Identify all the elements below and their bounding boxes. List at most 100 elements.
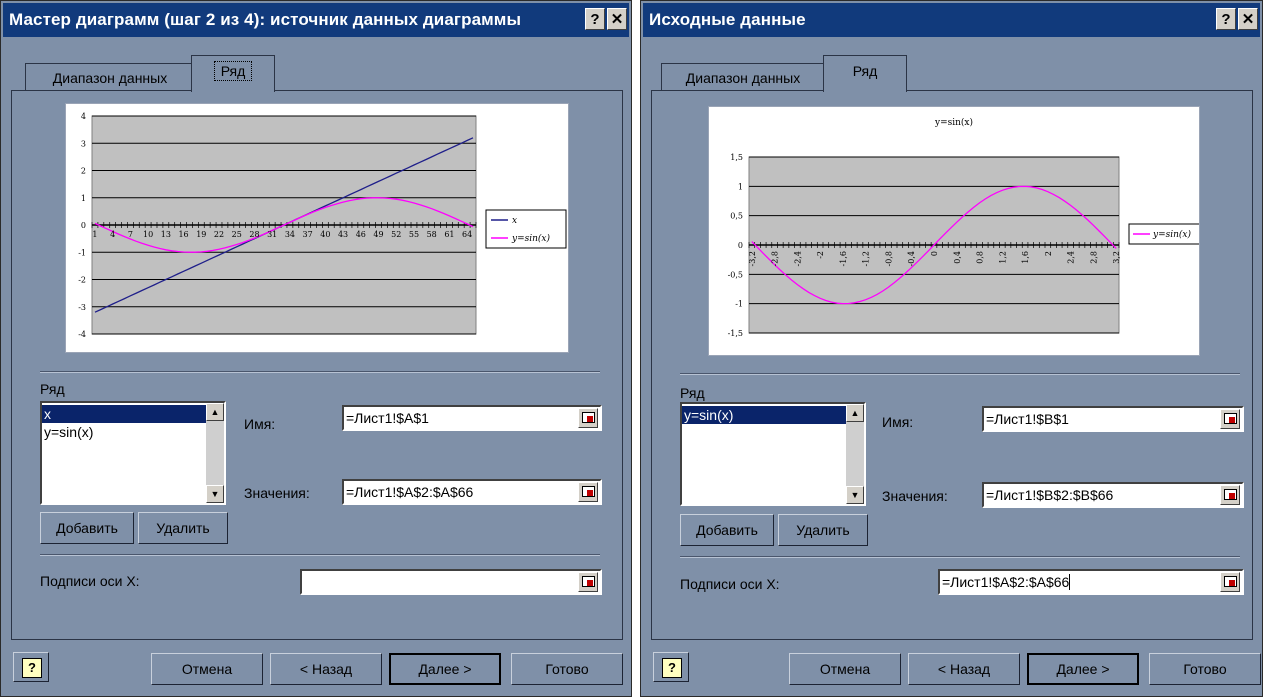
x-tick-label: -3,2 [748,251,757,266]
tab-series[interactable]: Ряд [823,55,907,92]
x-tick-label: 13 [161,230,171,239]
x-labels-label: Подписи оси X: [40,573,140,589]
name-field[interactable]: =Лист1!$B$1 [982,406,1244,432]
values-field[interactable]: =Лист1!$B$2:$B$66 [982,482,1244,508]
y-tick-label: -1,5 [728,329,743,338]
x-tick-label: 37 [303,230,313,239]
values-value: =Лист1!$B$2:$B$66 [986,487,1114,503]
x-tick-label: -0,8 [884,251,893,266]
scroll-up-button[interactable]: ▲ [846,404,864,422]
separator [680,373,1240,375]
series-group-label: Ряд [680,385,705,401]
scroll-down-button[interactable]: ▼ [846,486,864,504]
x-tick-label: 22 [214,230,224,239]
x-labels-value: =Лист1!$A$2:$A$66 [942,574,1071,590]
x-tick-label: -2,4 [793,251,802,266]
x-tick-label: 0,4 [953,251,962,264]
name-field[interactable]: =Лист1!$A$1 [342,405,602,431]
series-listbox[interactable]: y=sin(x) ▲ ▼ [680,402,866,506]
name-value: =Лист1!$B$1 [986,411,1069,427]
help-button[interactable]: ? [653,652,689,682]
x-tick-label: 2,8 [1089,251,1098,264]
y-tick-label: 0 [738,241,743,250]
scroll-up-button[interactable]: ▲ [206,403,224,421]
scrollbar[interactable]: ▲ ▼ [846,404,864,504]
scrollbar[interactable]: ▲ ▼ [206,403,224,503]
name-label: Имя: [244,416,276,432]
separator [680,556,1240,558]
delete-series-button[interactable]: Удалить [778,514,868,546]
x-labels-field[interactable] [300,569,602,595]
collapse-dialog-icon[interactable] [1220,485,1240,505]
legend-label: y=sin(x) [1152,229,1192,240]
list-item[interactable]: y=sin(x) [682,406,846,424]
y-tick-label: 2 [81,167,86,176]
x-tick-label: 61 [444,230,454,239]
chart-wizard-dialog: Мастер диаграмм (шаг 2 из 4): источник д… [0,0,632,697]
series-listbox[interactable]: x y=sin(x) ▲ ▼ [40,401,226,505]
x-tick-label: 43 [338,230,348,239]
values-label: Значения: [244,485,310,501]
values-field[interactable]: =Лист1!$A$2:$A$66 [342,479,602,505]
help-titlebar-button[interactable]: ? [585,8,605,30]
add-series-button[interactable]: Добавить [40,512,134,544]
finish-button[interactable]: Готово [1149,653,1261,685]
tab-label: Диапазон данных [52,70,168,86]
y-tick-label: 3 [81,139,86,148]
x-tick-label: 4 [110,230,115,239]
x-tick-label: 64 [462,230,472,239]
x-tick-label: 28 [249,230,259,239]
close-button[interactable]: ✕ [1238,8,1258,30]
x-tick-label: 1 [92,230,97,239]
cancel-button[interactable]: Отмена [789,653,901,685]
x-tick-label: 55 [409,230,419,239]
y-tick-label: 0 [81,221,86,230]
collapse-dialog-icon[interactable] [578,482,598,502]
x-tick-label: 49 [373,230,383,239]
collapse-dialog-icon[interactable] [578,408,598,428]
chart-preview: 4 3 2 1 0 -1 -2 -3 -4 1 4 7 10 13 16 19 22 25 28 31 34 37 40 43… [65,103,569,353]
add-series-button[interactable]: Добавить [680,514,774,546]
back-button[interactable]: < Назад [908,653,1020,685]
cancel-button[interactable]: Отмена [151,653,263,685]
tab-series[interactable]: Ряд [191,55,275,92]
collapse-dialog-icon[interactable] [578,572,598,592]
close-button[interactable]: ✕ [607,8,627,30]
chart-preview: y=sin(x) 1,5 1 0,5 0 -0,5 -1 -1,5 -3,2 -2,8 -2,4 -2… [708,106,1202,356]
help-button[interactable]: ? [13,652,49,682]
y-tick-label: -0,5 [728,270,743,279]
y-tick-label: 0,5 [730,212,743,221]
x-tick-label: 58 [427,230,437,239]
x-tick-label: 19 [196,230,206,239]
finish-button[interactable]: Готово [511,653,623,685]
list-item[interactable]: y=sin(x) [42,423,206,441]
tab-label: Ряд [213,61,253,81]
y-tick-label: -1 [735,300,743,309]
tab-label: Ряд [852,63,878,79]
scroll-down-button[interactable]: ▼ [206,485,224,503]
y-tick-label: -3 [78,303,86,312]
collapse-dialog-icon[interactable] [1220,572,1240,592]
back-button[interactable]: < Назад [270,653,382,685]
tab-data-range[interactable]: Диапазон данных [25,63,195,91]
help-titlebar-button[interactable]: ? [1216,8,1236,30]
values-value: =Лист1!$A$2:$A$66 [346,484,474,500]
next-button[interactable]: Далее > [389,653,501,685]
legend-label: x [512,216,517,226]
y-tick-label: -2 [78,276,86,285]
tab-data-range[interactable]: Диапазон данных [661,63,825,91]
name-label: Имя: [882,414,914,430]
x-tick-label: 0 [930,251,939,256]
collapse-dialog-icon[interactable] [1220,409,1240,429]
x-labels-field[interactable]: =Лист1!$A$2:$A$66 [938,569,1244,595]
next-button[interactable]: Далее > [1027,653,1139,685]
x-tick-label: 40 [320,230,330,239]
line-chart: y=sin(x) 1,5 1 0,5 0 -0,5 -1 -1,5 -3,2 -2,8 -2,4 -2… [728,117,1202,338]
name-value: =Лист1!$A$1 [346,410,429,426]
separator [40,554,600,556]
source-data-dialog: Исходные данные ? ✕ Диапазон данных Ряд … [640,0,1263,697]
delete-series-button[interactable]: Удалить [138,512,228,544]
list-item[interactable]: x [42,405,206,423]
separator [40,371,600,373]
y-tick-label: 4 [81,112,86,121]
